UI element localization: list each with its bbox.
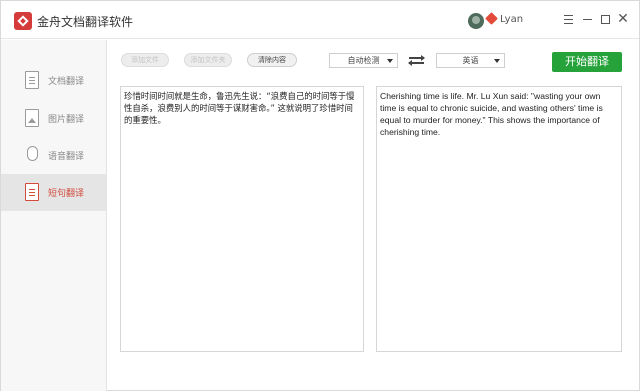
app-title: 金舟文档翻译软件 <box>37 15 134 29</box>
app-logo-icon <box>14 12 32 30</box>
menu-icon[interactable] <box>560 11 576 27</box>
add-folder-button[interactable]: 添加文件夹 <box>184 53 232 67</box>
chevron-down-icon <box>494 59 500 63</box>
microphone-icon <box>27 146 38 161</box>
title-bar: 金舟文档翻译软件 Lyan ✕ <box>1 1 639 39</box>
target-language-select[interactable]: 英语 <box>436 53 505 68</box>
translation-output[interactable]: Cherishing time is life. Mr. Lu Xun said… <box>376 86 622 352</box>
app-window: 金舟文档翻译软件 Lyan ✕ 文档翻译 图片翻译 语音翻译 短句翻译 添加文件… <box>0 0 640 391</box>
avatar[interactable] <box>468 13 484 29</box>
vip-diamond-icon <box>485 12 498 25</box>
source-text-input[interactable]: 珍惜时间时间就是生命，鲁迅先生说：“浪费自己的时间等于慢性自杀，浪费别人的时间等… <box>120 86 364 352</box>
source-language-select[interactable]: 自动检测 <box>329 53 398 68</box>
close-icon[interactable]: ✕ <box>615 11 631 27</box>
sidebar: 文档翻译 图片翻译 语音翻译 短句翻译 <box>1 40 107 391</box>
source-language-value: 自动检测 <box>347 56 380 65</box>
sidebar-item-label: 文档翻译 <box>48 77 85 87</box>
sidebar-item-label: 图片翻译 <box>48 115 85 125</box>
start-translate-button[interactable]: 开始翻译 <box>552 52 622 72</box>
chevron-down-icon <box>387 59 393 63</box>
sidebar-item-document-translate[interactable]: 文档翻译 <box>1 62 107 99</box>
text-document-icon <box>25 183 39 201</box>
target-language-value: 英语 <box>462 56 479 65</box>
sidebar-item-label: 语音翻译 <box>48 152 85 162</box>
document-icon <box>25 71 39 89</box>
clear-content-button[interactable]: 清除内容 <box>247 53 297 67</box>
sidebar-item-sentence-translate[interactable]: 短句翻译 <box>1 174 107 211</box>
sidebar-item-voice-translate[interactable]: 语音翻译 <box>1 137 107 174</box>
username[interactable]: Lyan <box>500 14 523 25</box>
sidebar-item-label: 短句翻译 <box>48 189 85 199</box>
maximize-icon[interactable] <box>597 11 613 27</box>
minimize-icon[interactable] <box>579 11 595 27</box>
sidebar-item-image-translate[interactable]: 图片翻译 <box>1 100 107 137</box>
add-file-button[interactable]: 添加文件 <box>121 53 169 67</box>
image-icon <box>25 109 39 127</box>
swap-languages-icon[interactable] <box>408 52 425 68</box>
